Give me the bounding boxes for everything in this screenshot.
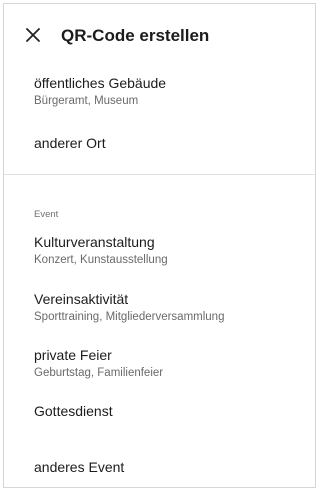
- list-item-label: anderes Event: [34, 459, 125, 475]
- list-item-label: Vereinsaktivität: [34, 291, 129, 307]
- section-header-event: Event: [34, 209, 59, 220]
- close-button[interactable]: [22, 24, 44, 46]
- list-item-other-event[interactable]: anderes Event: [34, 458, 305, 476]
- section-divider: [4, 174, 315, 175]
- top-bar: QR-Code erstellen: [4, 4, 315, 60]
- list-item-label: anderer Ort: [34, 135, 106, 151]
- list-item-public-building[interactable]: öffentliches Gebäude Bürgeramt, Museum: [34, 74, 305, 109]
- list-item-subtitle: Geburtstag, Familienfeier: [34, 367, 164, 379]
- page-title: QR-Code erstellen: [61, 26, 210, 45]
- list-item-private-party[interactable]: private Feier Geburtstag, Familienfeier: [34, 346, 305, 381]
- list-item-subtitle: Bürgeramt, Museum: [34, 95, 139, 107]
- list-item-label: private Feier: [34, 347, 112, 363]
- list-item-label: öffentliches Gebäude: [34, 75, 167, 91]
- list-item-church-service[interactable]: Gottesdienst: [34, 402, 305, 420]
- close-icon: [26, 28, 40, 42]
- list-item-subtitle: Sporttraining, Mitgliederversammlung: [34, 311, 225, 323]
- list-item-club-activity[interactable]: Vereinsaktivität Sporttraining, Mitglied…: [34, 290, 305, 325]
- qr-create-screen: QR-Code erstellen öffentliches Gebäude B…: [3, 3, 316, 488]
- list-item-other-place[interactable]: anderer Ort: [34, 134, 305, 152]
- list-item-label: Kulturveranstaltung: [34, 234, 155, 250]
- list-item-cultural-event[interactable]: Kulturveranstaltung Konzert, Kunstausste…: [34, 233, 305, 268]
- list-item-subtitle: Konzert, Kunstausstellung: [34, 254, 168, 266]
- list-item-label: Gottesdienst: [34, 403, 113, 419]
